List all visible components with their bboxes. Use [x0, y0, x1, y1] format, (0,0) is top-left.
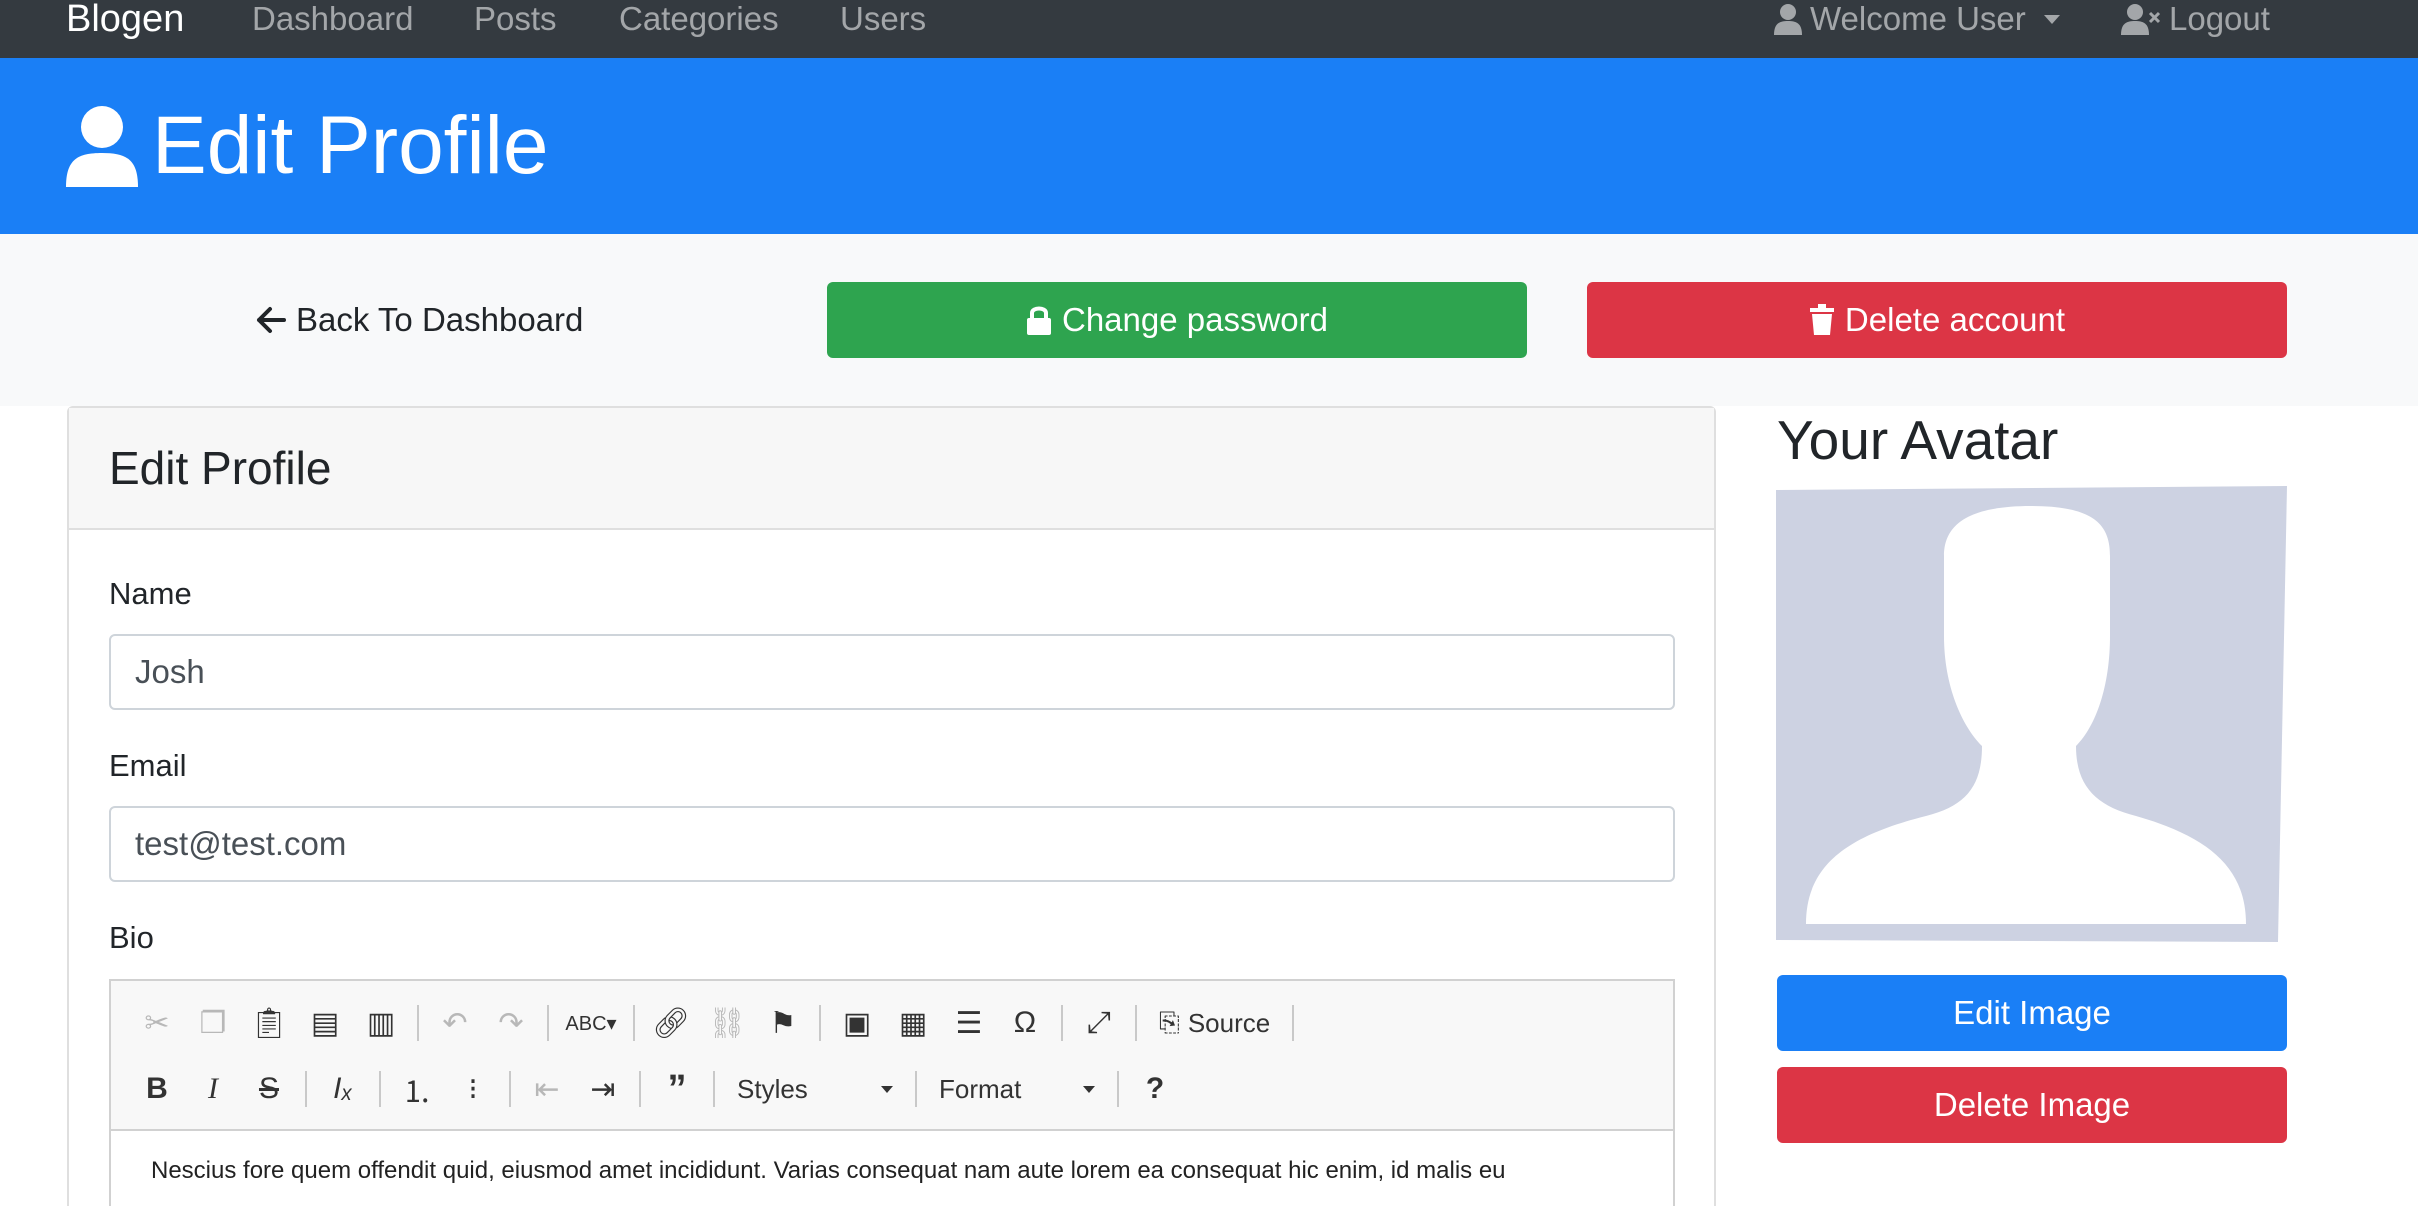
logout-link[interactable]: Logout: [2121, 0, 2270, 38]
format-label: Format: [939, 1073, 1022, 1104]
edit-image-label: Edit Image: [1953, 994, 2111, 1031]
welcome-label: Welcome User: [1810, 0, 2026, 37]
delete-image-button[interactable]: Delete Image: [1777, 1067, 2287, 1143]
maximize-icon[interactable]: ⤢: [1073, 999, 1125, 1047]
brand-logo[interactable]: Blogen: [66, 0, 184, 38]
edit-image-button[interactable]: Edit Image: [1777, 975, 2287, 1051]
undo-icon[interactable]: ↶: [429, 999, 481, 1047]
toolbar-separator: [379, 1071, 381, 1107]
user-dropdown[interactable]: Welcome User: [1774, 0, 2060, 38]
strikethrough-icon[interactable]: S: [243, 1065, 295, 1113]
link-icon[interactable]: 🔗︎: [645, 999, 697, 1047]
email-label: Email: [109, 748, 187, 783]
card-title: Edit Profile: [109, 442, 332, 494]
toolbar-separator: [915, 1071, 917, 1107]
bio-text[interactable]: Nescius fore quem offendit quid, eiusmod…: [151, 1157, 1641, 1185]
page-title-text: Edit Profile: [152, 100, 549, 191]
actions-bar: Back To Dashboard Change password Delete…: [0, 234, 2418, 406]
italic-icon[interactable]: I: [187, 1065, 239, 1113]
remove-format-icon[interactable]: Iₓ: [317, 1065, 369, 1113]
image-icon[interactable]: ▣: [831, 999, 883, 1047]
page-title: Edit Profile: [66, 96, 549, 196]
toolbar-separator: [509, 1071, 511, 1107]
styles-dropdown[interactable]: Styles: [725, 1065, 905, 1113]
toolbar-separator: [1117, 1071, 1119, 1107]
special-char-icon[interactable]: Ω: [999, 999, 1051, 1047]
paste-icon[interactable]: 📋︎: [243, 999, 295, 1047]
bold-icon[interactable]: B: [131, 1065, 183, 1113]
nav-posts[interactable]: Posts: [474, 0, 557, 38]
bulleted-list-icon[interactable]: ⁝: [447, 1065, 499, 1113]
toolbar-separator: [1292, 1005, 1295, 1041]
toolbar-separator: [1061, 1005, 1063, 1041]
redo-icon[interactable]: ↷: [485, 999, 537, 1047]
indent-icon[interactable]: ⇥: [577, 1065, 629, 1113]
toolbar-separator: [639, 1071, 641, 1107]
source-button[interactable]: ⎘ Source: [1147, 999, 1282, 1047]
top-navbar: Blogen Dashboard Posts Categories Users …: [0, 0, 2418, 58]
user-icon: [66, 106, 138, 187]
bio-editor: ✂ ❐ 📋︎ ▤ ▥ ↶ ↷ ABC▾ 🔗︎ ⛓ ⚑ ▣ ▦ ☰ Ω ⤢ ⎘ S…: [109, 979, 1675, 1206]
change-password-button[interactable]: Change password: [827, 282, 1527, 358]
toolbar-separator: [1135, 1005, 1137, 1041]
nav-categories[interactable]: Categories: [619, 0, 779, 38]
card-header: Edit Profile: [69, 408, 1714, 530]
styles-label: Styles: [737, 1073, 808, 1104]
user-times-icon: [2121, 4, 2161, 35]
avatar-title: Your Avatar: [1777, 409, 2059, 471]
anchor-flag-icon[interactable]: ⚑: [757, 999, 809, 1047]
delete-account-button[interactable]: Delete account: [1587, 282, 2287, 358]
numbered-list-icon[interactable]: ⒈: [391, 1065, 443, 1113]
copy-icon[interactable]: ❐: [187, 999, 239, 1047]
chevron-down-icon: [1083, 1085, 1095, 1093]
toolbar-separator: [633, 1005, 635, 1041]
name-label: Name: [109, 576, 192, 611]
trash-icon: [1809, 304, 1834, 335]
table-icon[interactable]: ▦: [887, 999, 939, 1047]
page-header: Edit Profile: [0, 58, 2418, 234]
edit-profile-card: Edit Profile Name Email Bio ✂ ❐ 📋︎ ▤ ▥ ↶…: [67, 406, 1716, 1206]
name-field[interactable]: [109, 634, 1675, 710]
unlink-icon[interactable]: ⛓: [701, 999, 753, 1047]
toolbar-separator: [819, 1005, 821, 1041]
paste-text-icon[interactable]: ▤: [299, 999, 351, 1047]
toolbar-separator: [305, 1071, 307, 1107]
chevron-down-icon: [2043, 14, 2060, 24]
blockquote-icon[interactable]: ”: [651, 1065, 703, 1113]
user-icon: [1774, 4, 1802, 35]
toolbar-separator: [713, 1071, 715, 1107]
horizontal-line-icon[interactable]: ☰: [943, 999, 995, 1047]
delete-account-label: Delete account: [1844, 301, 2066, 338]
spellcheck-icon[interactable]: ABC▾: [559, 999, 623, 1047]
lock-icon: [1027, 306, 1051, 335]
change-password-label: Change password: [1062, 301, 1328, 338]
source-label: Source: [1187, 1007, 1271, 1038]
editor-toolbar: ✂ ❐ 📋︎ ▤ ▥ ↶ ↷ ABC▾ 🔗︎ ⛓ ⚑ ▣ ▦ ☰ Ω ⤢ ⎘ S…: [111, 981, 1673, 1131]
back-to-dashboard-link[interactable]: Back To Dashboard: [256, 297, 583, 343]
logout-label: Logout: [2169, 0, 2270, 37]
nav-dashboard[interactable]: Dashboard: [252, 0, 413, 38]
bio-label: Bio: [109, 920, 154, 955]
email-field[interactable]: [109, 806, 1675, 882]
source-icon: ⎘: [1159, 1007, 1180, 1037]
nav-users[interactable]: Users: [840, 0, 926, 38]
paste-word-icon[interactable]: ▥: [355, 999, 407, 1047]
avatar-image: [1776, 486, 2287, 944]
delete-image-label: Delete Image: [1933, 1086, 2131, 1123]
cut-icon[interactable]: ✂: [131, 999, 183, 1047]
toolbar-separator: [417, 1005, 419, 1041]
back-label: Back To Dashboard: [296, 301, 584, 338]
toolbar-separator: [547, 1005, 549, 1041]
format-dropdown[interactable]: Format: [927, 1065, 1107, 1113]
help-icon[interactable]: ?: [1129, 1065, 1181, 1113]
chevron-down-icon: [881, 1085, 893, 1093]
outdent-icon[interactable]: ⇤: [521, 1065, 573, 1113]
arrow-left-icon: [257, 307, 286, 333]
